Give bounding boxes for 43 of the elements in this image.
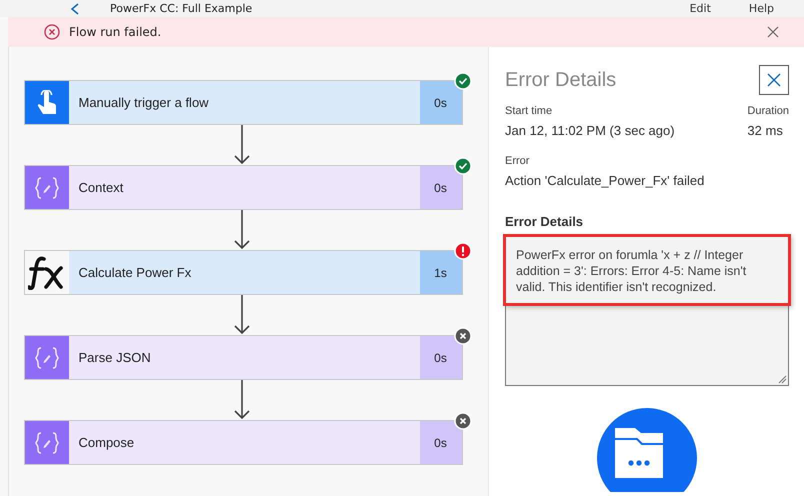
banner-message: Flow run failed.	[69, 25, 162, 39]
connector-arrow	[234, 210, 250, 250]
flow-step-card[interactable]: Manually trigger a flow 0s	[24, 80, 462, 125]
close-button[interactable]	[759, 65, 789, 95]
step-label: Calculate Power Fx	[78, 265, 192, 280]
braces-pencil-icon	[34, 432, 58, 454]
header-link[interactable]: Edit	[690, 2, 711, 15]
close-icon	[767, 73, 781, 87]
error-icon	[44, 24, 60, 40]
error-message-text: PowerFx error on forumla 'x + z // Integer addition = 3': Errors: Error 4-5: Name isn't valid. This identifier isn't recognized.	[503, 234, 791, 306]
field-value: Jan 12, 11:02 PM (3 sec ago)	[505, 123, 675, 138]
step-duration: 0s	[420, 336, 462, 379]
step-label: Parse JSON	[78, 350, 152, 365]
flow-step-card[interactable]: Context 0s	[24, 165, 462, 210]
step-label: Manually trigger a flow	[78, 95, 210, 110]
connector-arrow	[234, 295, 250, 335]
resize-grip-icon[interactable]	[778, 375, 787, 384]
close-icon[interactable]	[767, 26, 779, 38]
flow-step-card[interactable]: Compose 0s	[24, 420, 462, 465]
flow-step-card[interactable]: Calculate Power Fx 1s	[24, 250, 462, 295]
step-label: Context	[78, 180, 124, 195]
folder-icon	[597, 408, 697, 492]
error-details-textarea[interactable]: PowerFx error on forumla 'x + z // Integer addition = 3': Errors: Error 4-5: Name isn't valid. This identifier isn't recognized.	[505, 236, 789, 386]
panel-title: Error Details	[505, 68, 616, 92]
flow-step-card[interactable]: Parse JSON 0s	[24, 335, 462, 380]
header-link[interactable]: Help	[748, 2, 774, 15]
field-label: Duration	[747, 105, 789, 117]
braces-pencil-icon	[34, 346, 58, 368]
field-value: Action 'Calculate_Power_Fx' failed	[505, 173, 706, 188]
connector-arrow	[234, 125, 250, 165]
flow-title: PowerFx CC: Full Example	[110, 2, 252, 15]
step-duration: 0s	[420, 81, 462, 124]
field-value: 32 ms	[747, 123, 784, 138]
braces-pencil-icon	[34, 176, 58, 198]
hand-pointer-icon	[36, 90, 56, 116]
field-label: Start time	[505, 105, 554, 117]
step-duration: 1s	[420, 251, 462, 294]
field-label: Error Details	[505, 214, 584, 229]
field-label: Error	[505, 155, 530, 167]
step-duration: 0s	[420, 421, 462, 464]
step-label: Compose	[78, 435, 136, 450]
step-duration: 0s	[420, 166, 462, 209]
connector-arrow	[234, 380, 250, 420]
